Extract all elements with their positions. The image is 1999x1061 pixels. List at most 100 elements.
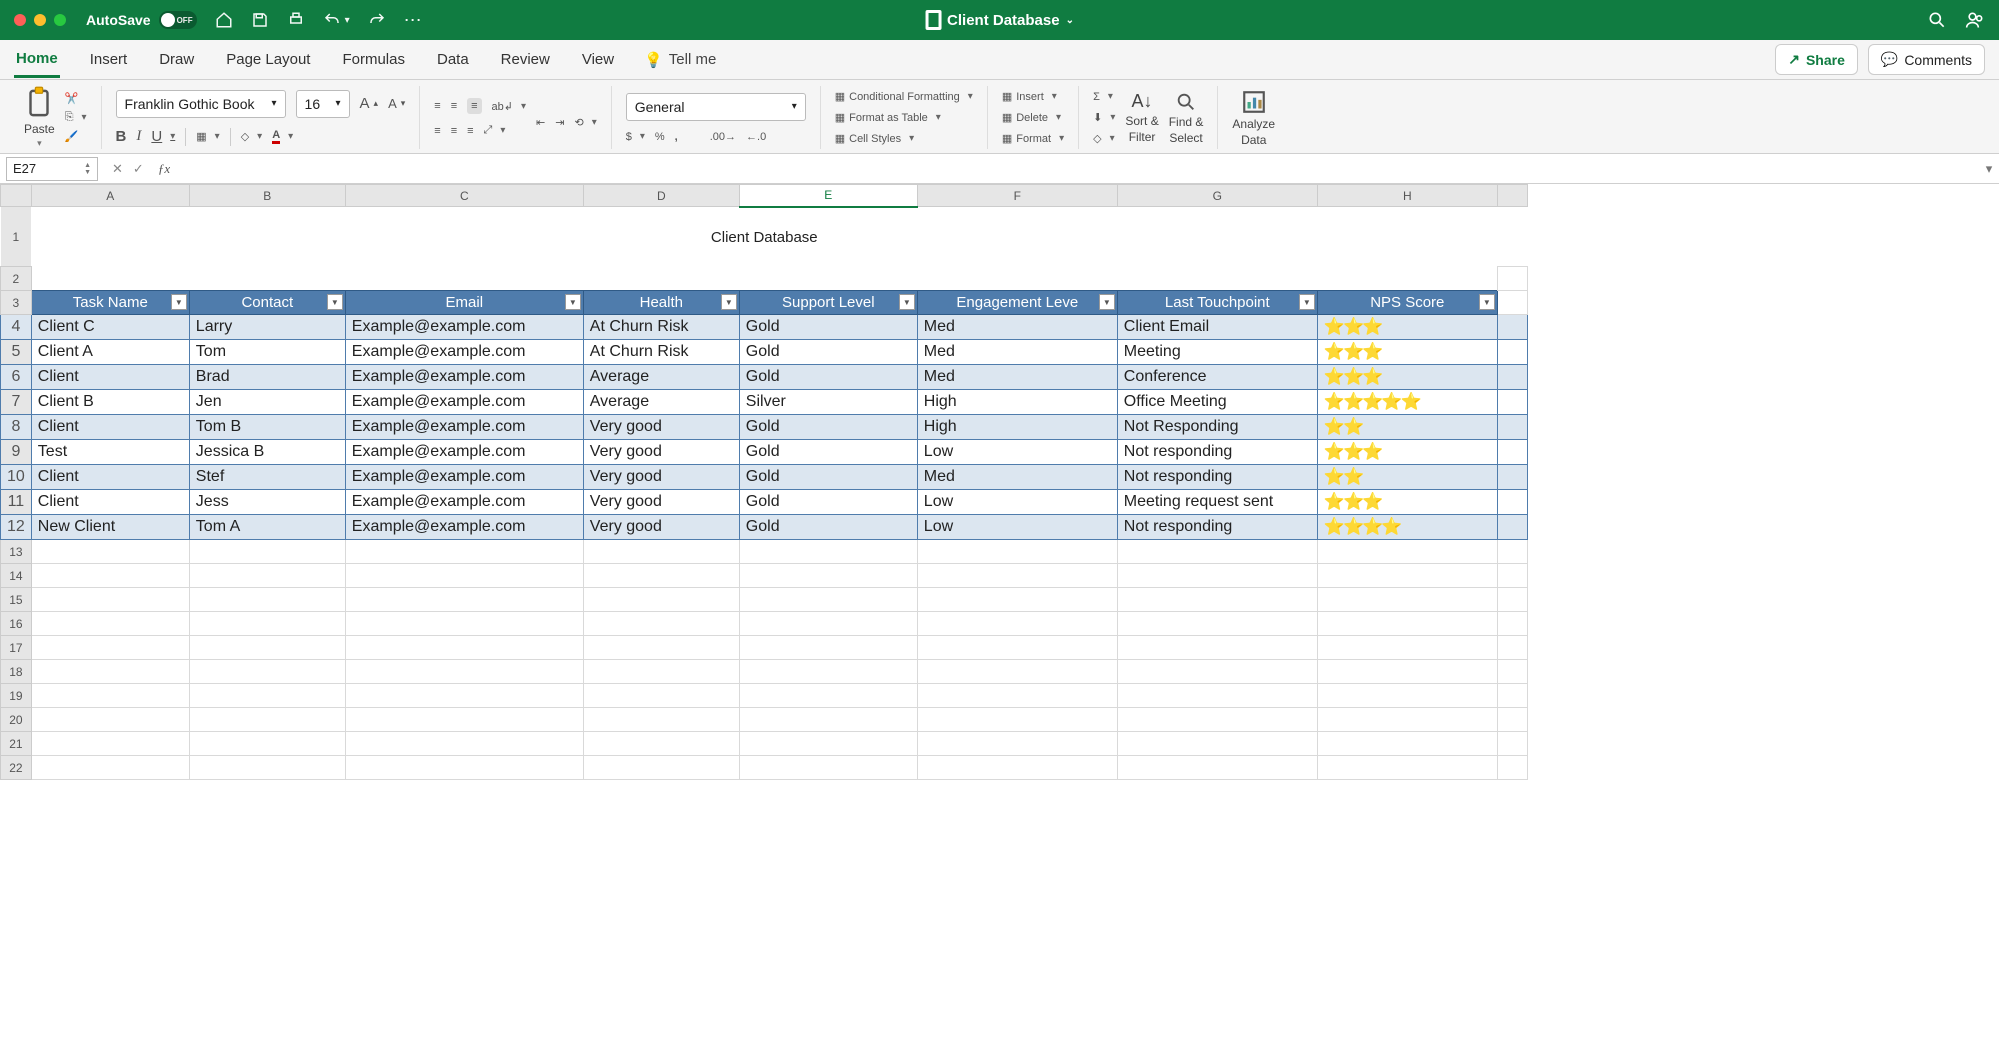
cell-health[interactable]: At Churn Risk [583,315,739,340]
empty-cell[interactable] [583,540,739,564]
row-header-6[interactable]: 6 [1,365,32,390]
font-size-select[interactable]: 16▾ [296,90,350,118]
cell-support[interactable]: Gold [739,490,917,515]
cell-contact[interactable]: Tom A [189,515,345,540]
cell-email[interactable]: Example@example.com [345,365,583,390]
align-top-button[interactable]: ≡ [434,100,440,112]
table-header-0[interactable]: Task Name▼ [31,291,189,315]
row-header-1[interactable]: 1 [1,207,32,267]
empty-cell[interactable] [31,660,189,684]
border-button[interactable]: ▦ [196,130,219,143]
cell-styles-button[interactable]: ▦ Cell Styles [835,132,973,145]
cell-touchpoint[interactable]: Not Responding [1117,415,1317,440]
empty-cell[interactable] [1317,564,1497,588]
spreadsheet-grid[interactable]: ABCDEFGH1Client Database23Task Name▼Cont… [0,184,1999,1057]
empty-cell[interactable] [31,564,189,588]
empty-cell[interactable] [1117,588,1317,612]
cell-task[interactable]: Client C [31,315,189,340]
cell-health[interactable]: At Churn Risk [583,340,739,365]
delete-cells-button[interactable]: ▦ Delete [1002,111,1064,124]
cell-email[interactable]: Example@example.com [345,490,583,515]
table-header-3[interactable]: Health▼ [583,291,739,315]
tab-review[interactable]: Review [499,43,552,76]
empty-cell[interactable] [1117,636,1317,660]
more-icon[interactable]: ⋯ [404,10,424,31]
empty-cell[interactable] [1317,732,1497,756]
table-header-4[interactable]: Support Level▼ [739,291,917,315]
col-header-E[interactable]: E [739,185,917,207]
empty-cell[interactable] [739,660,917,684]
cell-contact[interactable]: Stef [189,465,345,490]
cell-touchpoint[interactable]: Meeting [1117,340,1317,365]
cell-nps[interactable]: ⭐⭐⭐ [1317,340,1497,365]
table-header-5[interactable]: Engagement Leve▼ [917,291,1117,315]
empty-cell[interactable] [31,732,189,756]
cell-task[interactable]: Client [31,365,189,390]
select-all-cell[interactable] [1,185,32,207]
cell-touchpoint[interactable]: Not responding [1117,465,1317,490]
cell-touchpoint[interactable]: Meeting request sent [1117,490,1317,515]
cell-health[interactable]: Very good [583,515,739,540]
close-window-button[interactable] [14,14,26,26]
italic-button[interactable]: I [136,128,141,145]
cell-engagement[interactable]: Low [917,515,1117,540]
col-header-extra[interactable] [1497,185,1527,207]
cell-engagement[interactable]: High [917,415,1117,440]
empty-cell[interactable] [583,564,739,588]
copy-button[interactable]: ⎘ [65,111,87,124]
empty-cell[interactable] [583,588,739,612]
table-row[interactable]: 5Client ATomExample@example.comAt Churn … [1,340,1528,365]
empty-cell[interactable] [1117,756,1317,780]
filter-button-0[interactable]: ▼ [171,294,187,310]
empty-cell[interactable] [917,660,1117,684]
cell-email[interactable]: Example@example.com [345,515,583,540]
cell-task[interactable]: Client [31,490,189,515]
cell-engagement[interactable]: Low [917,440,1117,465]
autosave-toggle[interactable]: AutoSave OFF [86,11,197,29]
empty-cell[interactable] [917,732,1117,756]
align-center-button[interactable]: ≡ [451,125,457,137]
empty-cell[interactable] [345,540,583,564]
cell-engagement[interactable]: Med [917,315,1117,340]
cell-email[interactable]: Example@example.com [345,440,583,465]
insert-cells-button[interactable]: ▦ Insert [1002,90,1064,103]
cell-contact[interactable]: Brad [189,365,345,390]
empty-cell[interactable] [189,540,345,564]
empty-cell[interactable] [1317,588,1497,612]
row-header-12[interactable]: 12 [1,515,32,540]
row-header-5[interactable]: 5 [1,340,32,365]
row-header-7[interactable]: 7 [1,390,32,415]
cell-nps[interactable]: ⭐⭐⭐ [1317,490,1497,515]
row-header-10[interactable]: 10 [1,465,32,490]
empty-cell[interactable] [345,708,583,732]
cell-touchpoint[interactable]: Conference [1117,365,1317,390]
row-header-3[interactable]: 3 [1,291,32,315]
filter-button-2[interactable]: ▼ [565,294,581,310]
empty-cell[interactable] [1317,636,1497,660]
empty-cell[interactable] [583,660,739,684]
cell-email[interactable]: Example@example.com [345,315,583,340]
document-title[interactable]: Client Database ⌄ [925,10,1074,30]
empty-cell[interactable] [739,636,917,660]
comma-button[interactable]: , [675,131,678,143]
empty-cell[interactable] [583,636,739,660]
empty-cell[interactable] [739,540,917,564]
empty-cell[interactable] [917,684,1117,708]
empty-cell[interactable] [345,732,583,756]
empty-cell[interactable] [1117,684,1317,708]
empty-cell[interactable] [739,756,917,780]
cell-contact[interactable]: Larry [189,315,345,340]
row-header-19[interactable]: 19 [1,684,32,708]
cell-contact[interactable]: Jen [189,390,345,415]
cell-support[interactable]: Gold [739,315,917,340]
comments-button[interactable]: 💬 Comments [1868,44,1985,75]
table-row[interactable]: 4Client CLarryExample@example.comAt Chur… [1,315,1528,340]
home-icon[interactable] [215,11,233,29]
empty-cell[interactable] [31,756,189,780]
cell-health[interactable]: Average [583,390,739,415]
empty-cell[interactable] [345,756,583,780]
cell-health[interactable]: Very good [583,465,739,490]
tell-me[interactable]: 💡 Tell me [644,51,716,69]
row-header-13[interactable]: 13 [1,540,32,564]
cancel-formula-button[interactable]: ✕ [112,161,123,177]
